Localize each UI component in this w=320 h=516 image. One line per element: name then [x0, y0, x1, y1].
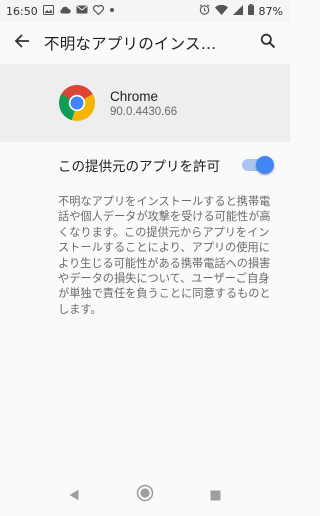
dot-icon [109, 6, 115, 16]
mail-icon [76, 5, 88, 17]
status-left: 16:50 [6, 4, 115, 18]
status-time: 16:50 [6, 4, 38, 18]
back-triangle-icon [68, 486, 80, 505]
cloud-icon [59, 5, 71, 17]
home-circle-icon [136, 484, 154, 506]
app-name: Chrome [110, 88, 159, 104]
status-right: 87% [199, 4, 283, 18]
nav-home-button[interactable] [127, 474, 163, 516]
switch-thumb [256, 156, 274, 174]
allow-from-source-switch[interactable] [240, 156, 274, 174]
page-title: 不明なアプリのインス… [44, 35, 217, 53]
arrow-back-icon [14, 33, 30, 53]
status-bar: 16:50 87% [0, 0, 290, 22]
app-bar: 不明なアプリのインス… [0, 22, 290, 64]
allow-from-source-row[interactable]: この提供元のアプリを許可 [0, 142, 290, 188]
nav-recents-button[interactable] [197, 474, 233, 516]
app-info: Chrome 90.0.4430.66 [110, 89, 177, 118]
heart-icon [92, 4, 104, 18]
signal-icon [232, 4, 243, 18]
app-version: 90.0.4430.66 [110, 105, 178, 118]
battery-icon [247, 4, 254, 18]
chrome-logo-icon [58, 84, 96, 122]
back-button[interactable] [0, 22, 44, 64]
recents-square-icon [210, 486, 221, 505]
search-icon [260, 33, 276, 53]
image-icon [42, 4, 54, 18]
battery-percent: 87% [258, 4, 283, 18]
navigation-bar [0, 474, 290, 516]
allow-from-source-label: この提供元のアプリを許可 [58, 159, 220, 175]
warning-description: 不明なアプリをインストールすると携帯電話や個人データが攻撃を受ける可能性が高くな… [58, 195, 271, 316]
nav-back-button[interactable] [56, 474, 92, 516]
search-button[interactable] [246, 22, 290, 64]
alarm-icon [199, 4, 210, 18]
app-header: Chrome 90.0.4430.66 [0, 64, 290, 142]
wifi-icon [214, 4, 228, 18]
